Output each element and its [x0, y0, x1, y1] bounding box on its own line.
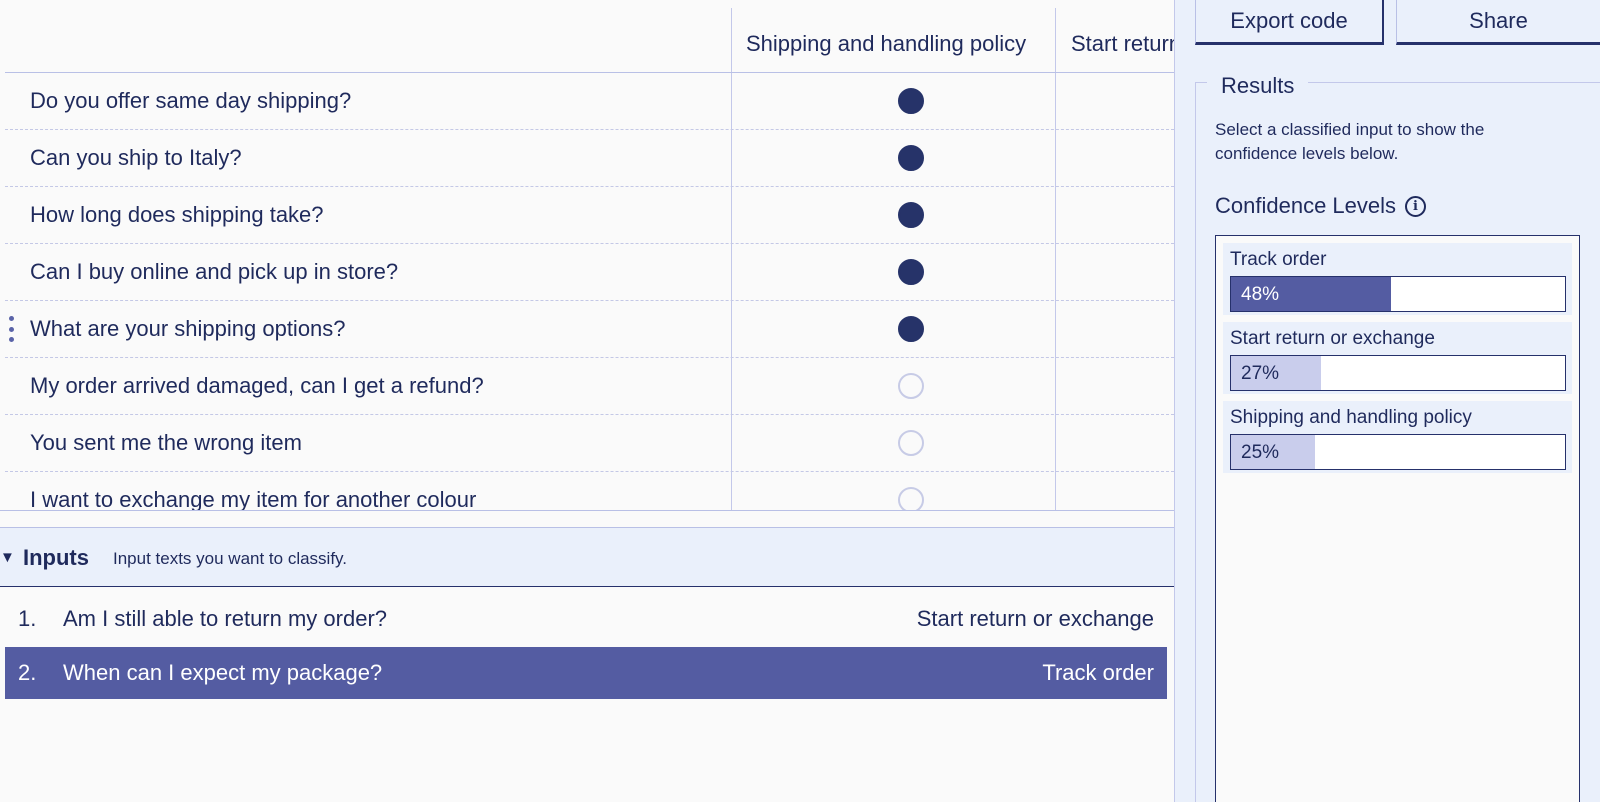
radio-shipping[interactable]	[898, 202, 924, 228]
input-text: Am I still able to return my order?	[63, 606, 388, 631]
radio-shipping[interactable]	[898, 373, 924, 399]
radio-shipping[interactable]	[898, 487, 924, 510]
table-row[interactable]: You sent me the wrong item	[5, 415, 1174, 472]
input-number: 2.	[18, 660, 37, 685]
example-text: My order arrived damaged, can I get a re…	[30, 373, 484, 398]
confidence-label: Start return or exchange	[1230, 328, 1435, 349]
confidence-label: Track order	[1230, 249, 1327, 270]
confidence-bar: 25%	[1230, 434, 1566, 470]
info-icon[interactable]: i	[1405, 195, 1427, 217]
confidence-label: Shipping and handling policy	[1230, 407, 1472, 428]
confidence-levels-box: Track order 48% Start return or exchange…	[1215, 235, 1580, 802]
radio-shipping[interactable]	[898, 88, 924, 114]
table-row[interactable]: My order arrived damaged, can I get a re…	[5, 358, 1174, 415]
share-button[interactable]: Share	[1396, 0, 1600, 45]
input-row-selected[interactable]: 2. When can I expect my package? Track o…	[5, 647, 1167, 699]
example-text: How long does shipping take?	[30, 202, 324, 227]
collapse-triangle-icon[interactable]: ▼	[0, 549, 15, 566]
confidence-item: Start return or exchange 27%	[1223, 322, 1572, 394]
inputs-description: Input texts you want to classify.	[113, 549, 348, 568]
column-header-start-return[interactable]: Start return or exchange	[1071, 31, 1174, 57]
column-header-shipping[interactable]: Shipping and handling policy	[746, 31, 1026, 57]
example-text: I want to exchange my item for another c…	[30, 487, 477, 511]
results-legend: Results	[1207, 73, 1309, 99]
confidence-percent: 48%	[1241, 284, 1280, 305]
example-text: Can I buy online and pick up in store?	[30, 259, 399, 284]
input-text: When can I expect my package?	[63, 660, 383, 685]
examples-table: Shipping and handling policy Start retur…	[0, 0, 1174, 511]
table-row[interactable]: Do you offer same day shipping?	[5, 73, 1174, 130]
confidence-levels-title: Confidence Levels	[1215, 193, 1397, 218]
radio-shipping[interactable]	[898, 430, 924, 456]
input-classification: Track order	[1042, 660, 1154, 685]
example-text: Can you ship to Italy?	[30, 145, 242, 170]
table-header: Shipping and handling policy Start retur…	[5, 0, 1174, 73]
confidence-percent: 25%	[1241, 442, 1280, 463]
inputs-title: Inputs	[23, 545, 89, 570]
table-row[interactable]: Can you ship to Italy?	[5, 130, 1174, 187]
confidence-item: Track order 48%	[1223, 243, 1572, 315]
table-row[interactable]: What are your shipping options?	[5, 301, 1174, 358]
inputs-section-header[interactable]: ▼ Inputs Input texts you want to classif…	[0, 527, 1174, 587]
input-number: 1.	[18, 606, 37, 631]
confidence-bar: 48%	[1230, 276, 1566, 312]
input-classification: Start return or exchange	[916, 606, 1154, 631]
confidence-bar: 27%	[1230, 355, 1566, 391]
confidence-levels-heading: Confidence Levels i	[1215, 193, 1427, 219]
results-description: Select a classified input to show the co…	[1215, 120, 1485, 163]
example-text: Do you offer same day shipping?	[30, 88, 352, 113]
radio-shipping[interactable]	[898, 145, 924, 171]
table-row[interactable]: I want to exchange my item for another c…	[5, 472, 1174, 511]
confidence-percent: 27%	[1241, 363, 1280, 384]
radio-shipping[interactable]	[898, 259, 924, 285]
table-row[interactable]: How long does shipping take?	[5, 187, 1174, 244]
radio-shipping[interactable]	[898, 316, 924, 342]
export-code-button[interactable]: Export code	[1195, 0, 1384, 45]
example-text: You sent me the wrong item	[30, 430, 302, 455]
input-row[interactable]: 1. Am I still able to return my order? S…	[5, 593, 1167, 645]
confidence-item: Shipping and handling policy 25%	[1223, 401, 1572, 473]
drag-handle-icon[interactable]	[8, 316, 14, 342]
table-row[interactable]: Can I buy online and pick up in store?	[5, 244, 1174, 301]
examples-panel: Shipping and handling policy Start retur…	[0, 0, 1174, 802]
example-text: What are your shipping options?	[30, 316, 346, 341]
